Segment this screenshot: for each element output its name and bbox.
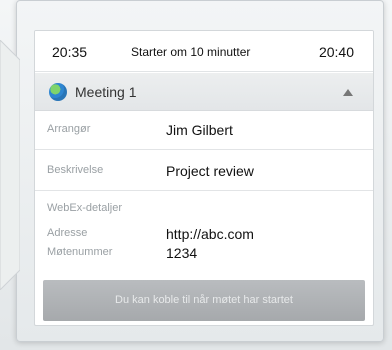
join-meeting-button[interactable]: Du kan koble til når møtet har startet: [43, 280, 365, 321]
address-label: Adresse: [47, 227, 88, 239]
webex-section: WebEx-detaljer Adresse http://abc.com Mø…: [35, 192, 373, 266]
description-value: Project review: [166, 163, 254, 179]
number-value: 1234: [166, 245, 198, 261]
number-label: Møtenummer: [47, 246, 113, 258]
organizer-label: Arrangør: [47, 123, 91, 135]
webex-title: WebEx-detaljer: [47, 202, 122, 214]
collapse-icon[interactable]: [343, 89, 353, 96]
start-time: 20:35: [52, 44, 88, 60]
meeting-header: 20:35 Starter om 10 minutter 20:40: [35, 31, 373, 72]
organizer-row: Arrangør Jim Gilbert: [35, 112, 373, 150]
organizer-value: Jim Gilbert: [166, 122, 233, 138]
description-row: Beskrivelse Project review: [35, 151, 373, 191]
starts-in-text: Starter om 10 minutter: [131, 45, 251, 59]
meeting-title-bar[interactable]: Meeting 1: [35, 73, 373, 111]
end-time: 20:40: [318, 44, 354, 60]
app-screen: 20:35 Starter om 10 minutter 20:40 Meeti…: [0, 0, 392, 350]
meeting-card: 20:35 Starter om 10 minutter 20:40 Meeti…: [34, 30, 374, 326]
left-notch: [0, 40, 20, 290]
address-value[interactable]: http://abc.com: [166, 226, 254, 242]
description-label: Beskrivelse: [47, 164, 104, 176]
meeting-title: Meeting 1: [75, 84, 137, 100]
globe-icon: [49, 83, 67, 101]
